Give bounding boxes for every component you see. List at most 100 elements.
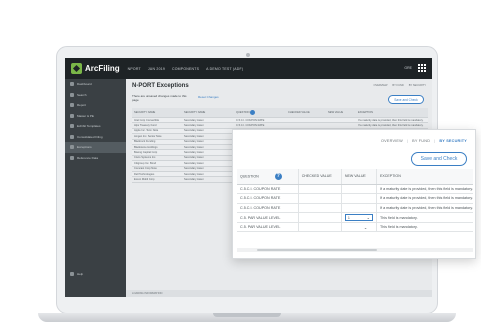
table-cell: Amgen Inc. Senior Note	[134, 134, 162, 138]
table-row[interactable]: C.5.C.I. COUPON RATE If a maturity date …	[237, 203, 473, 214]
top-bar: ArcFiling NPORT JUN 2019 COMPONENTS A DE…	[65, 58, 432, 79]
logo-icon	[71, 63, 82, 74]
top-nav-item[interactable]: NPORT	[128, 67, 141, 71]
column-header: CHECKED VALUE	[288, 111, 310, 114]
new-value-cell[interactable]: ⌄	[341, 222, 378, 233]
sidebar-item-consolidated[interactable]: Consolidated Filing	[65, 132, 126, 143]
app-logo: ArcFiling	[85, 64, 120, 73]
table-header: SECURITY NAME SECURITY NAME QUESTION CHE…	[132, 108, 428, 118]
checked-value-cell	[298, 203, 342, 214]
question-cell: C.5.C.I. COUPON RATE	[237, 203, 299, 214]
table-row[interactable]: C.5.C.I. COUPON RATE If a maturity date …	[237, 193, 473, 204]
sidebar: Dashboard Search Report Master & PE Exhi…	[65, 79, 126, 297]
table-cell: Secondary Asset	[184, 124, 204, 128]
table-cell: Secondary Asset	[184, 129, 204, 133]
reset-changes-link[interactable]: Reset Changes	[198, 95, 219, 99]
exception-cell: This field is mandatory.	[376, 212, 473, 223]
table-cell: Blackrock Funding	[134, 140, 156, 144]
view-link-fund[interactable]: BY FUND	[412, 139, 430, 143]
sidebar-item-label: Reference Data	[77, 155, 99, 160]
table-cell: C.5.C.I. COUPON RATE	[236, 118, 265, 122]
sidebar-item-master[interactable]: Master & PE	[65, 111, 126, 122]
apps-grid-icon[interactable]	[418, 64, 426, 72]
sidebar-item-exceptions[interactable]: Exceptions	[65, 142, 126, 153]
table-cell: Boeing Capital Corp	[134, 151, 158, 155]
table-cell: Dell Technologies	[134, 172, 155, 176]
column-header: SECURITY NAME	[134, 111, 156, 114]
checked-value-cell	[298, 212, 342, 223]
save-and-check-button[interactable]: Save and Check	[411, 152, 467, 166]
dashboard-icon	[70, 82, 74, 87]
exception-cell: If a maturity date is provided, then thi…	[376, 184, 473, 195]
table-cell: Secondary Asset	[184, 167, 204, 171]
new-value-cell: 1 ⌄	[341, 212, 378, 223]
exception-cell: This field is mandatory.	[376, 222, 473, 233]
sidebar-item-label: Help	[77, 271, 84, 276]
horizontal-scrollbar[interactable]	[237, 248, 473, 252]
column-header: QUESTION	[234, 110, 286, 115]
camera-icon	[246, 53, 250, 57]
laptop-notch	[213, 313, 281, 317]
table-cell: Secondary Asset	[184, 145, 204, 149]
view-link-security[interactable]: BY SECURITY	[409, 84, 426, 87]
table-row[interactable]: C.5. PAR VALUE LEVEL ⌄ This field is man…	[237, 222, 473, 233]
link-separator: |	[406, 139, 409, 143]
sidebar-item-report[interactable]: Report	[65, 100, 126, 111]
new-value-cell[interactable]	[341, 193, 378, 204]
question-cell: C.5. PAR VALUE LEVEL	[237, 222, 299, 233]
page-title: N-PORT Exceptions	[132, 83, 189, 89]
report-icon	[70, 103, 74, 108]
sidebar-item-exhibit[interactable]: Exhibit Templates	[65, 121, 126, 132]
view-link-overview[interactable]: OVERVIEW	[373, 84, 387, 87]
link-separator: |	[434, 139, 436, 143]
table-cell: Secondary Asset	[184, 118, 204, 122]
user-menu[interactable]: GRE	[404, 66, 412, 70]
column-header-checked: CHECKED VALUE	[298, 169, 342, 185]
sidebar-item-label: Search	[77, 92, 87, 97]
exceptions-zoom-panel: OVERVIEW | BY FUND | BY SECURITY Save an…	[232, 129, 476, 259]
exceptions-table: QUESTION? CHECKED VALUE NEW VALUE EXCEPT…	[237, 169, 473, 233]
view-link-fund[interactable]: BY FUND	[392, 84, 403, 87]
table-cell: Citigroup Inc. Bond	[134, 161, 157, 165]
checked-value-cell	[298, 193, 342, 204]
table-row[interactable]: C.5. PAR VALUE LEVEL 1 ⌄ This field is m…	[237, 212, 473, 223]
top-nav: NPORT JUN 2019 COMPONENTS A DEMO TEST (A…	[128, 67, 244, 71]
table-cell: Secondary Asset	[184, 151, 204, 155]
help-icon[interactable]	[250, 110, 256, 115]
top-nav-item[interactable]: A DEMO TEST (ADF)	[206, 67, 243, 71]
view-link-overview[interactable]: OVERVIEW	[381, 139, 403, 143]
chevron-down-icon[interactable]: ⌄	[364, 225, 367, 230]
top-nav-item[interactable]: COMPONENTS	[172, 67, 199, 71]
help-icon	[70, 271, 74, 276]
table-cell: Exxon Mobil Corp	[134, 177, 155, 181]
sidebar-item-help[interactable]: Help	[65, 269, 126, 280]
sidebar-item-label: Consolidated Filing	[77, 134, 103, 139]
column-header-label: QUESTION	[240, 174, 259, 179]
search-icon	[70, 92, 74, 97]
view-link-security[interactable]: BY SECURITY	[439, 139, 467, 143]
checked-value-cell	[298, 184, 342, 195]
new-value-select[interactable]: 1 ⌄	[344, 214, 373, 222]
help-icon[interactable]: ?	[274, 172, 282, 180]
new-value-cell[interactable]	[341, 203, 378, 214]
table-cell: Secondary Asset	[184, 140, 204, 144]
sidebar-item-reference[interactable]: Reference Data	[65, 153, 126, 164]
table-cell: Cisco Systems Inc.	[134, 156, 157, 160]
view-links: OVERVIEW | BY FUND | BY SECURITY	[381, 139, 467, 143]
sidebar-item-dashboard[interactable]: Dashboard	[65, 79, 126, 90]
exception-cell: If a maturity date is provided, then thi…	[376, 193, 473, 204]
new-value-cell[interactable]	[341, 184, 378, 195]
column-header: EXCEPTION	[358, 111, 373, 114]
unsaved-notice: There are unsaved changes made to this p…	[132, 94, 187, 102]
sidebar-item-search[interactable]: Search	[65, 90, 126, 101]
table-cell: Secondary Asset	[184, 177, 204, 181]
save-and-check-button[interactable]: Save and Check	[388, 95, 424, 104]
exceptions-icon	[70, 145, 74, 150]
column-header: SECURITY NAME	[184, 111, 206, 114]
column-header: NEW VALUE	[328, 111, 344, 114]
reference-icon	[70, 155, 74, 160]
top-nav-item[interactable]: JUN 2019	[148, 67, 165, 71]
table-row[interactable]: C.5.C.I. COUPON RATE If a maturity date …	[237, 184, 473, 195]
sidebar-item-label: Master & PE	[77, 113, 94, 118]
table-cell: If a maturity date is provided, then thi…	[358, 124, 424, 128]
